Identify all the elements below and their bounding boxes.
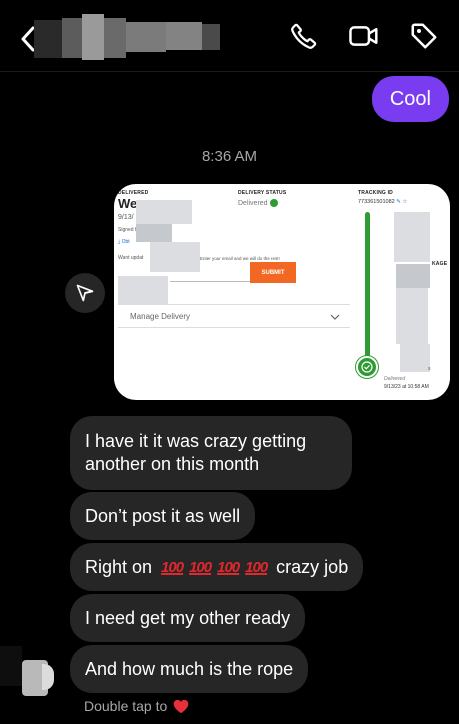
video-call-button[interactable]	[346, 18, 382, 54]
message-text: Cool	[389, 87, 431, 110]
message-text: Don’t post it as well	[85, 505, 241, 526]
heart-icon	[173, 699, 189, 713]
contact-name-blurred[interactable]	[34, 14, 220, 60]
double-tap-hint: Double tap to	[84, 698, 189, 714]
incoming-message[interactable]: I need get my other ready	[70, 594, 306, 642]
incoming-message[interactable]: I have it it was crazy getting another o…	[70, 416, 352, 490]
card-link[interactable]: ⤓ Obt	[118, 239, 130, 245]
incoming-message[interactable]: Don’t post it as well	[70, 492, 256, 540]
delivered-check-icon	[356, 356, 378, 378]
card-date: 9/13/	[118, 214, 134, 221]
tracking-id-value: 773361501082 ✎ ☆	[358, 199, 408, 205]
hundred-points-icon: 100	[161, 559, 184, 576]
incoming-message[interactable]: And how much is the rope	[70, 645, 309, 693]
check-icon	[269, 199, 278, 207]
hundred-points-icon: 100	[217, 559, 240, 576]
phone-icon	[291, 23, 317, 49]
redaction-block	[394, 212, 430, 262]
video-icon	[349, 26, 378, 46]
redaction-block	[136, 224, 172, 242]
hundred-points-icon: 100	[189, 559, 212, 576]
submit-button[interactable]: SUBMIT	[250, 262, 296, 283]
delivery-status-value: Delivered	[238, 199, 278, 207]
card-title: We	[118, 196, 138, 211]
message-timestamp: 8:36 AM	[201, 148, 258, 165]
share-button[interactable]	[65, 273, 105, 313]
edit-icon: ✎ ☆	[396, 199, 408, 205]
timeline-date: 9/13/23 at 10:58 AM	[384, 384, 429, 390]
email-prompt: Enter your email and we will do the rest…	[200, 256, 280, 261]
status-fragment: s	[428, 366, 431, 372]
message-text: And how much is the rope	[85, 658, 294, 679]
incoming-message[interactable]: Right on 100 100 100 100 crazy job	[70, 543, 364, 591]
redaction-block	[396, 288, 428, 344]
tag-button[interactable]	[406, 18, 442, 54]
card-update: Want updat	[118, 255, 144, 261]
package-label: KAGE	[432, 261, 448, 267]
chat-header	[0, 0, 459, 72]
chevron-left-icon	[21, 26, 35, 52]
redaction-block	[118, 276, 168, 304]
card-signed: Signed f	[118, 227, 137, 233]
message-text: Right on	[85, 556, 153, 577]
message-text: I need get my other ready	[85, 607, 291, 628]
manage-delivery-row[interactable]: Manage Delivery	[118, 304, 350, 328]
tracking-id-label: TRACKING ID	[358, 190, 393, 196]
send-icon	[76, 284, 94, 302]
message-text: crazy job	[276, 556, 349, 577]
hundred-points-icon: 100	[245, 559, 268, 576]
outgoing-message[interactable]: Cool	[371, 76, 449, 122]
redaction-block	[136, 200, 192, 224]
email-input[interactable]	[170, 262, 250, 282]
timeline-bar	[365, 212, 370, 364]
avatar[interactable]	[0, 646, 54, 696]
chevron-down-icon	[330, 314, 340, 320]
redaction-block	[396, 264, 430, 288]
redaction-block	[400, 344, 430, 372]
timeline-status: Delivered	[384, 376, 406, 382]
shared-image-card[interactable]: DELIVERED We 9/13/ Signed f ⤓ Obt Want u…	[114, 184, 450, 400]
voice-call-button[interactable]	[286, 18, 322, 54]
message-text: I have it it was crazy getting	[85, 431, 307, 451]
manage-delivery-label: Manage Delivery	[130, 312, 191, 321]
delivery-status-label: DELIVERY STATUS	[238, 190, 287, 196]
tag-icon	[411, 23, 437, 49]
message-text: another on this month	[85, 454, 260, 474]
